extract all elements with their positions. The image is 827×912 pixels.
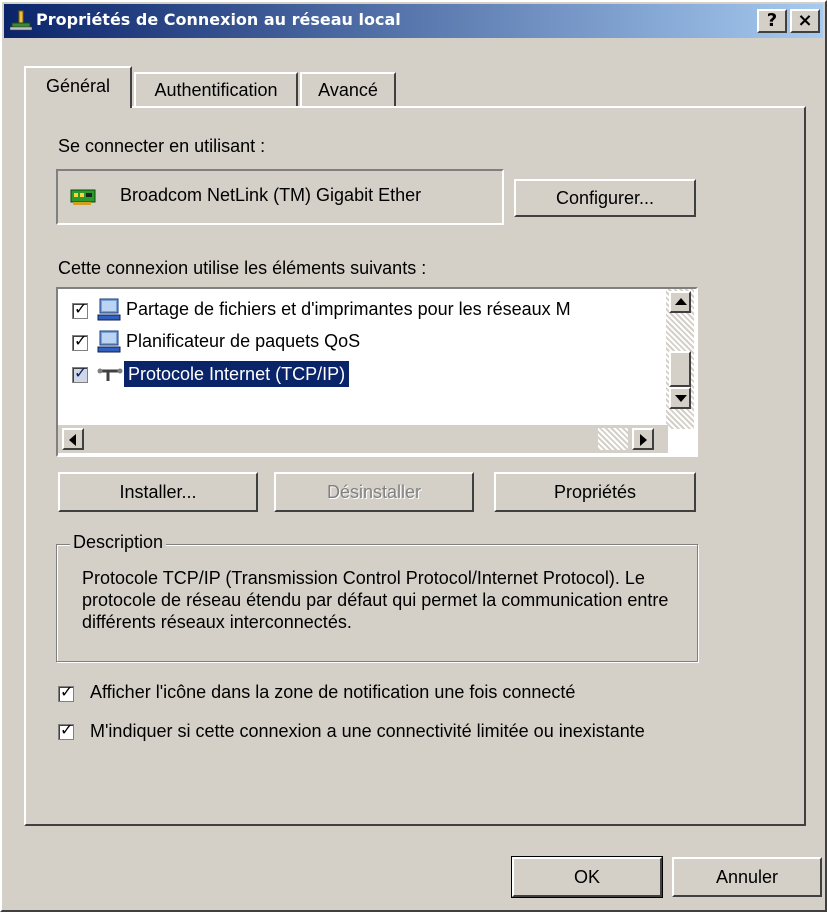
cancel-button-label: Annuler [715, 867, 779, 887]
limited-connectivity-label: M'indiquer si cette connexion a une conn… [90, 721, 645, 741]
tab-advanced[interactable]: Avancé [300, 72, 396, 106]
tab-label: Général [45, 76, 111, 96]
vertical-scrollbar[interactable] [666, 289, 694, 429]
item-checkbox[interactable]: ✓ [72, 363, 88, 383]
adapter-name: Broadcom NetLink (TM) Gigabit Ether [120, 185, 422, 205]
arrow-up-icon [675, 298, 687, 305]
tab-general[interactable]: Général [24, 66, 132, 108]
scroll-up-button[interactable] [669, 291, 691, 313]
uninstall-button-label: Désinstaller [326, 482, 422, 502]
network-connection-icon [9, 10, 33, 32]
configure-button[interactable]: Configurer... [514, 179, 696, 217]
limited-connectivity-checkbox[interactable]: ✓ [58, 720, 74, 740]
ok-button[interactable]: OK [511, 856, 663, 898]
arrow-left-icon [69, 434, 76, 446]
properties-dialog: Propriétés de Connexion au réseau local … [0, 0, 827, 912]
uninstall-button[interactable]: Désinstaller [274, 472, 474, 512]
tab-label: Authentification [154, 80, 278, 100]
network-service-icon [96, 329, 122, 360]
limited-connectivity-option[interactable]: ✓ M'indiquer si cette connexion a une co… [58, 720, 678, 770]
scroll-right-button[interactable] [632, 428, 654, 450]
configure-button-label: Configurer... [555, 188, 655, 208]
network-card-icon [70, 187, 96, 212]
cancel-button[interactable]: Annuler [672, 857, 822, 897]
arrow-down-icon [675, 395, 687, 402]
description-label: Description [70, 532, 167, 553]
show-icon-checkbox[interactable]: ✓ [58, 682, 74, 702]
tab-authentication[interactable]: Authentification [134, 72, 298, 106]
item-label: Partage de fichiers et d'imprimantes pou… [126, 299, 571, 319]
show-icon-option[interactable]: ✓ Afficher l'icône dans la zone de notif… [58, 682, 758, 708]
item-checkbox[interactable]: ✓ [72, 299, 88, 319]
item-label: Planificateur de paquets QoS [126, 331, 361, 351]
components-list[interactable]: ✓ Partage de fichiers et d'imprimantes p… [56, 287, 698, 457]
components-label: Cette connexion utilise les éléments sui… [58, 258, 427, 278]
item-label: Protocole Internet (TCP/IP) [122, 360, 351, 388]
window-title: Propriétés de Connexion au réseau local [36, 10, 401, 29]
install-button-label: Installer... [119, 482, 197, 502]
ok-button-label: OK [573, 867, 600, 887]
arrow-right-icon [640, 434, 647, 446]
item-checkbox[interactable]: ✓ [72, 331, 88, 351]
description-text: Protocole TCP/IP (Transmission Control P… [82, 568, 669, 632]
connect-using-label: Se connecter en utilisant : [58, 136, 266, 156]
network-service-icon [96, 297, 122, 328]
properties-button-label: Propriétés [553, 482, 637, 502]
scroll-thumb[interactable] [669, 351, 691, 387]
scroll-down-button[interactable] [669, 387, 691, 409]
close-button[interactable]: × [790, 9, 820, 33]
scroll-track[interactable] [598, 428, 628, 450]
show-icon-label: Afficher l'icône dans la zone de notific… [90, 682, 576, 702]
install-button[interactable]: Installer... [58, 472, 258, 512]
protocol-icon [96, 363, 124, 392]
title-bar[interactable]: Propriétés de Connexion au réseau local … [4, 4, 823, 38]
properties-button[interactable]: Propriétés [494, 472, 696, 512]
tab-label: Avancé [318, 80, 378, 100]
scroll-left-button[interactable] [62, 428, 84, 450]
adapter-field: Broadcom NetLink (TM) Gigabit Ether [56, 169, 504, 225]
help-button[interactable]: ? [757, 9, 787, 33]
horizontal-scrollbar[interactable] [58, 425, 668, 453]
